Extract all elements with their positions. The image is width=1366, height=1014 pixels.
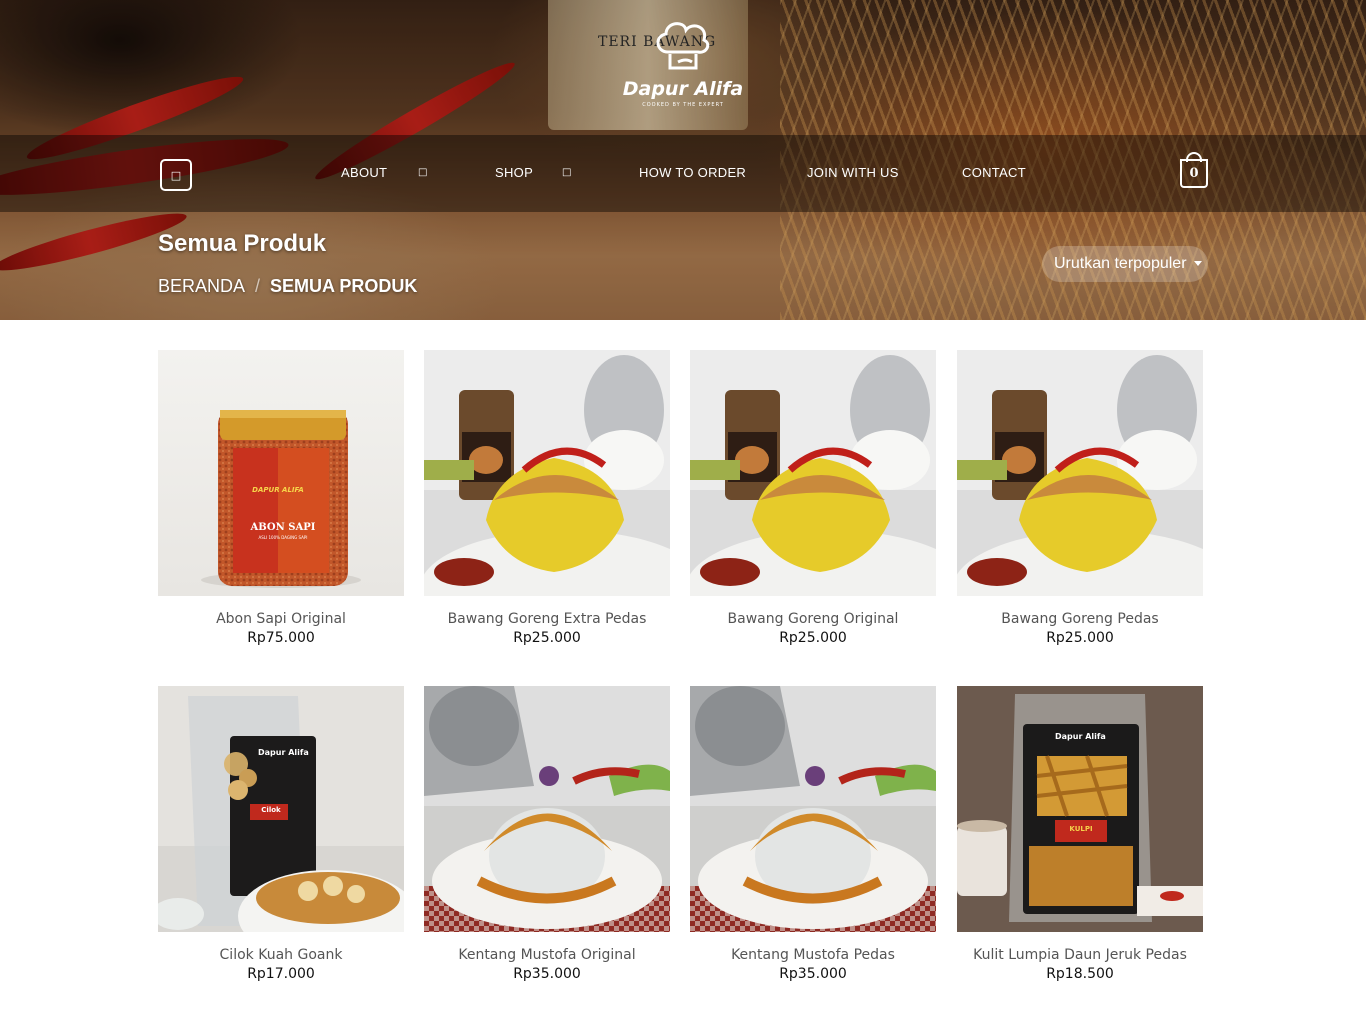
chevron-down-icon[interactable]: □: [562, 167, 571, 178]
pack-product-label: KULPI: [1069, 825, 1093, 833]
hero-banner: TERI BAWANG Dapur Alifa COOKED BY THE EX…: [0, 0, 1366, 320]
product-image[interactable]: [424, 686, 670, 932]
product-name[interactable]: Kulit Lumpia Daun Jeruk Pedas: [957, 947, 1203, 963]
product-price: Rp35.000: [779, 966, 847, 982]
product-price: Rp25.000: [779, 630, 847, 646]
product-card[interactable]: Dapur Alifa KULPI Kulit Lumpia Daun Jeru…: [957, 686, 1203, 982]
product-image[interactable]: Dapur Alifa Cilok: [158, 686, 404, 932]
product-image[interactable]: [424, 350, 670, 596]
cart-count: 0: [1189, 166, 1199, 181]
nav-item-contact[interactable]: CONTACT: [962, 165, 1026, 180]
breadcrumb-home-link[interactable]: BERANDA: [158, 276, 245, 296]
pack-product-label: Cilok: [261, 806, 281, 814]
brand-tagline: COOKED BY THE EXPERT: [642, 102, 724, 108]
product-image[interactable]: DAPUR ALIFA ABON SAPI ASLI 100% DAGING S…: [158, 350, 404, 596]
product-card[interactable]: DAPUR ALIFA ABON SAPI ASLI 100% DAGING S…: [158, 350, 404, 646]
product-name[interactable]: Abon Sapi Original: [158, 611, 404, 627]
product-price: Rp25.000: [1046, 630, 1114, 646]
product-card[interactable]: Dapur Alifa Cilok Cilok Kuah Goank Rp17.…: [158, 686, 404, 982]
pack-brand-label: Dapur Alifa: [1055, 732, 1106, 741]
product-name[interactable]: Kentang Mustofa Original: [424, 947, 670, 963]
product-image[interactable]: [957, 350, 1203, 596]
product-name[interactable]: Bawang Goreng Original: [690, 611, 936, 627]
jar-product-label: ABON SAPI: [250, 522, 316, 533]
product-price: Rp17.000: [247, 966, 315, 982]
chevron-down-icon[interactable]: □: [418, 167, 427, 178]
nav-item-shop[interactable]: SHOP: [495, 165, 533, 180]
pack-brand-label: Dapur Alifa: [258, 748, 309, 757]
product-card[interactable]: Kentang Mustofa Original Rp35.000: [424, 686, 670, 982]
sort-selected-value: Urutkan terpopuler: [1054, 255, 1187, 272]
brand-name: Dapur Alifa: [622, 78, 744, 100]
product-price: Rp18.500: [1046, 966, 1114, 982]
product-image[interactable]: Dapur Alifa KULPI: [957, 686, 1203, 932]
product-price: Rp75.000: [247, 630, 315, 646]
nav-item-join-with-us[interactable]: JOIN WITH US: [807, 165, 899, 180]
nav-item-how-to-order[interactable]: HOW TO ORDER: [639, 165, 746, 180]
nav-item-about[interactable]: ABOUT: [341, 165, 387, 180]
product-name[interactable]: Kentang Mustofa Pedas: [690, 947, 936, 963]
product-name[interactable]: Bawang Goreng Pedas: [957, 611, 1203, 627]
chevron-down-icon: [1194, 261, 1202, 266]
jar-brand-label: DAPUR ALIFA: [252, 486, 304, 494]
product-name[interactable]: Cilok Kuah Goank: [158, 947, 404, 963]
page-title: Semua Produk: [158, 230, 327, 257]
sort-select[interactable]: Urutkan terpopuler: [1042, 246, 1208, 282]
product-card[interactable]: Bawang Goreng Extra Pedas Rp25.000: [424, 350, 670, 646]
breadcrumb-separator: /: [255, 276, 261, 296]
breadcrumb-current: SEMUA PRODUK: [270, 276, 418, 296]
jar-sub-label: ASLI 100% DAGING SAPI: [258, 535, 308, 540]
product-image[interactable]: [690, 686, 936, 932]
main-nav: ABOUT □ SHOP □ HOW TO ORDER JOIN WITH US…: [0, 165, 1366, 185]
chef-hat-icon: [656, 22, 710, 70]
product-card[interactable]: Bawang Goreng Original Rp25.000: [690, 350, 936, 646]
product-name[interactable]: Bawang Goreng Extra Pedas: [424, 611, 670, 627]
breadcrumb: BERANDA / SEMUA PRODUK: [158, 276, 417, 297]
product-card[interactable]: Bawang Goreng Pedas Rp25.000: [957, 350, 1203, 646]
site-logo[interactable]: Dapur Alifa COOKED BY THE EXPERT: [618, 18, 748, 118]
cart-button[interactable]: 0: [1180, 159, 1208, 188]
product-image[interactable]: [690, 350, 936, 596]
product-card[interactable]: Kentang Mustofa Pedas Rp35.000: [690, 686, 936, 982]
product-price: Rp25.000: [513, 630, 581, 646]
product-price: Rp35.000: [513, 966, 581, 982]
